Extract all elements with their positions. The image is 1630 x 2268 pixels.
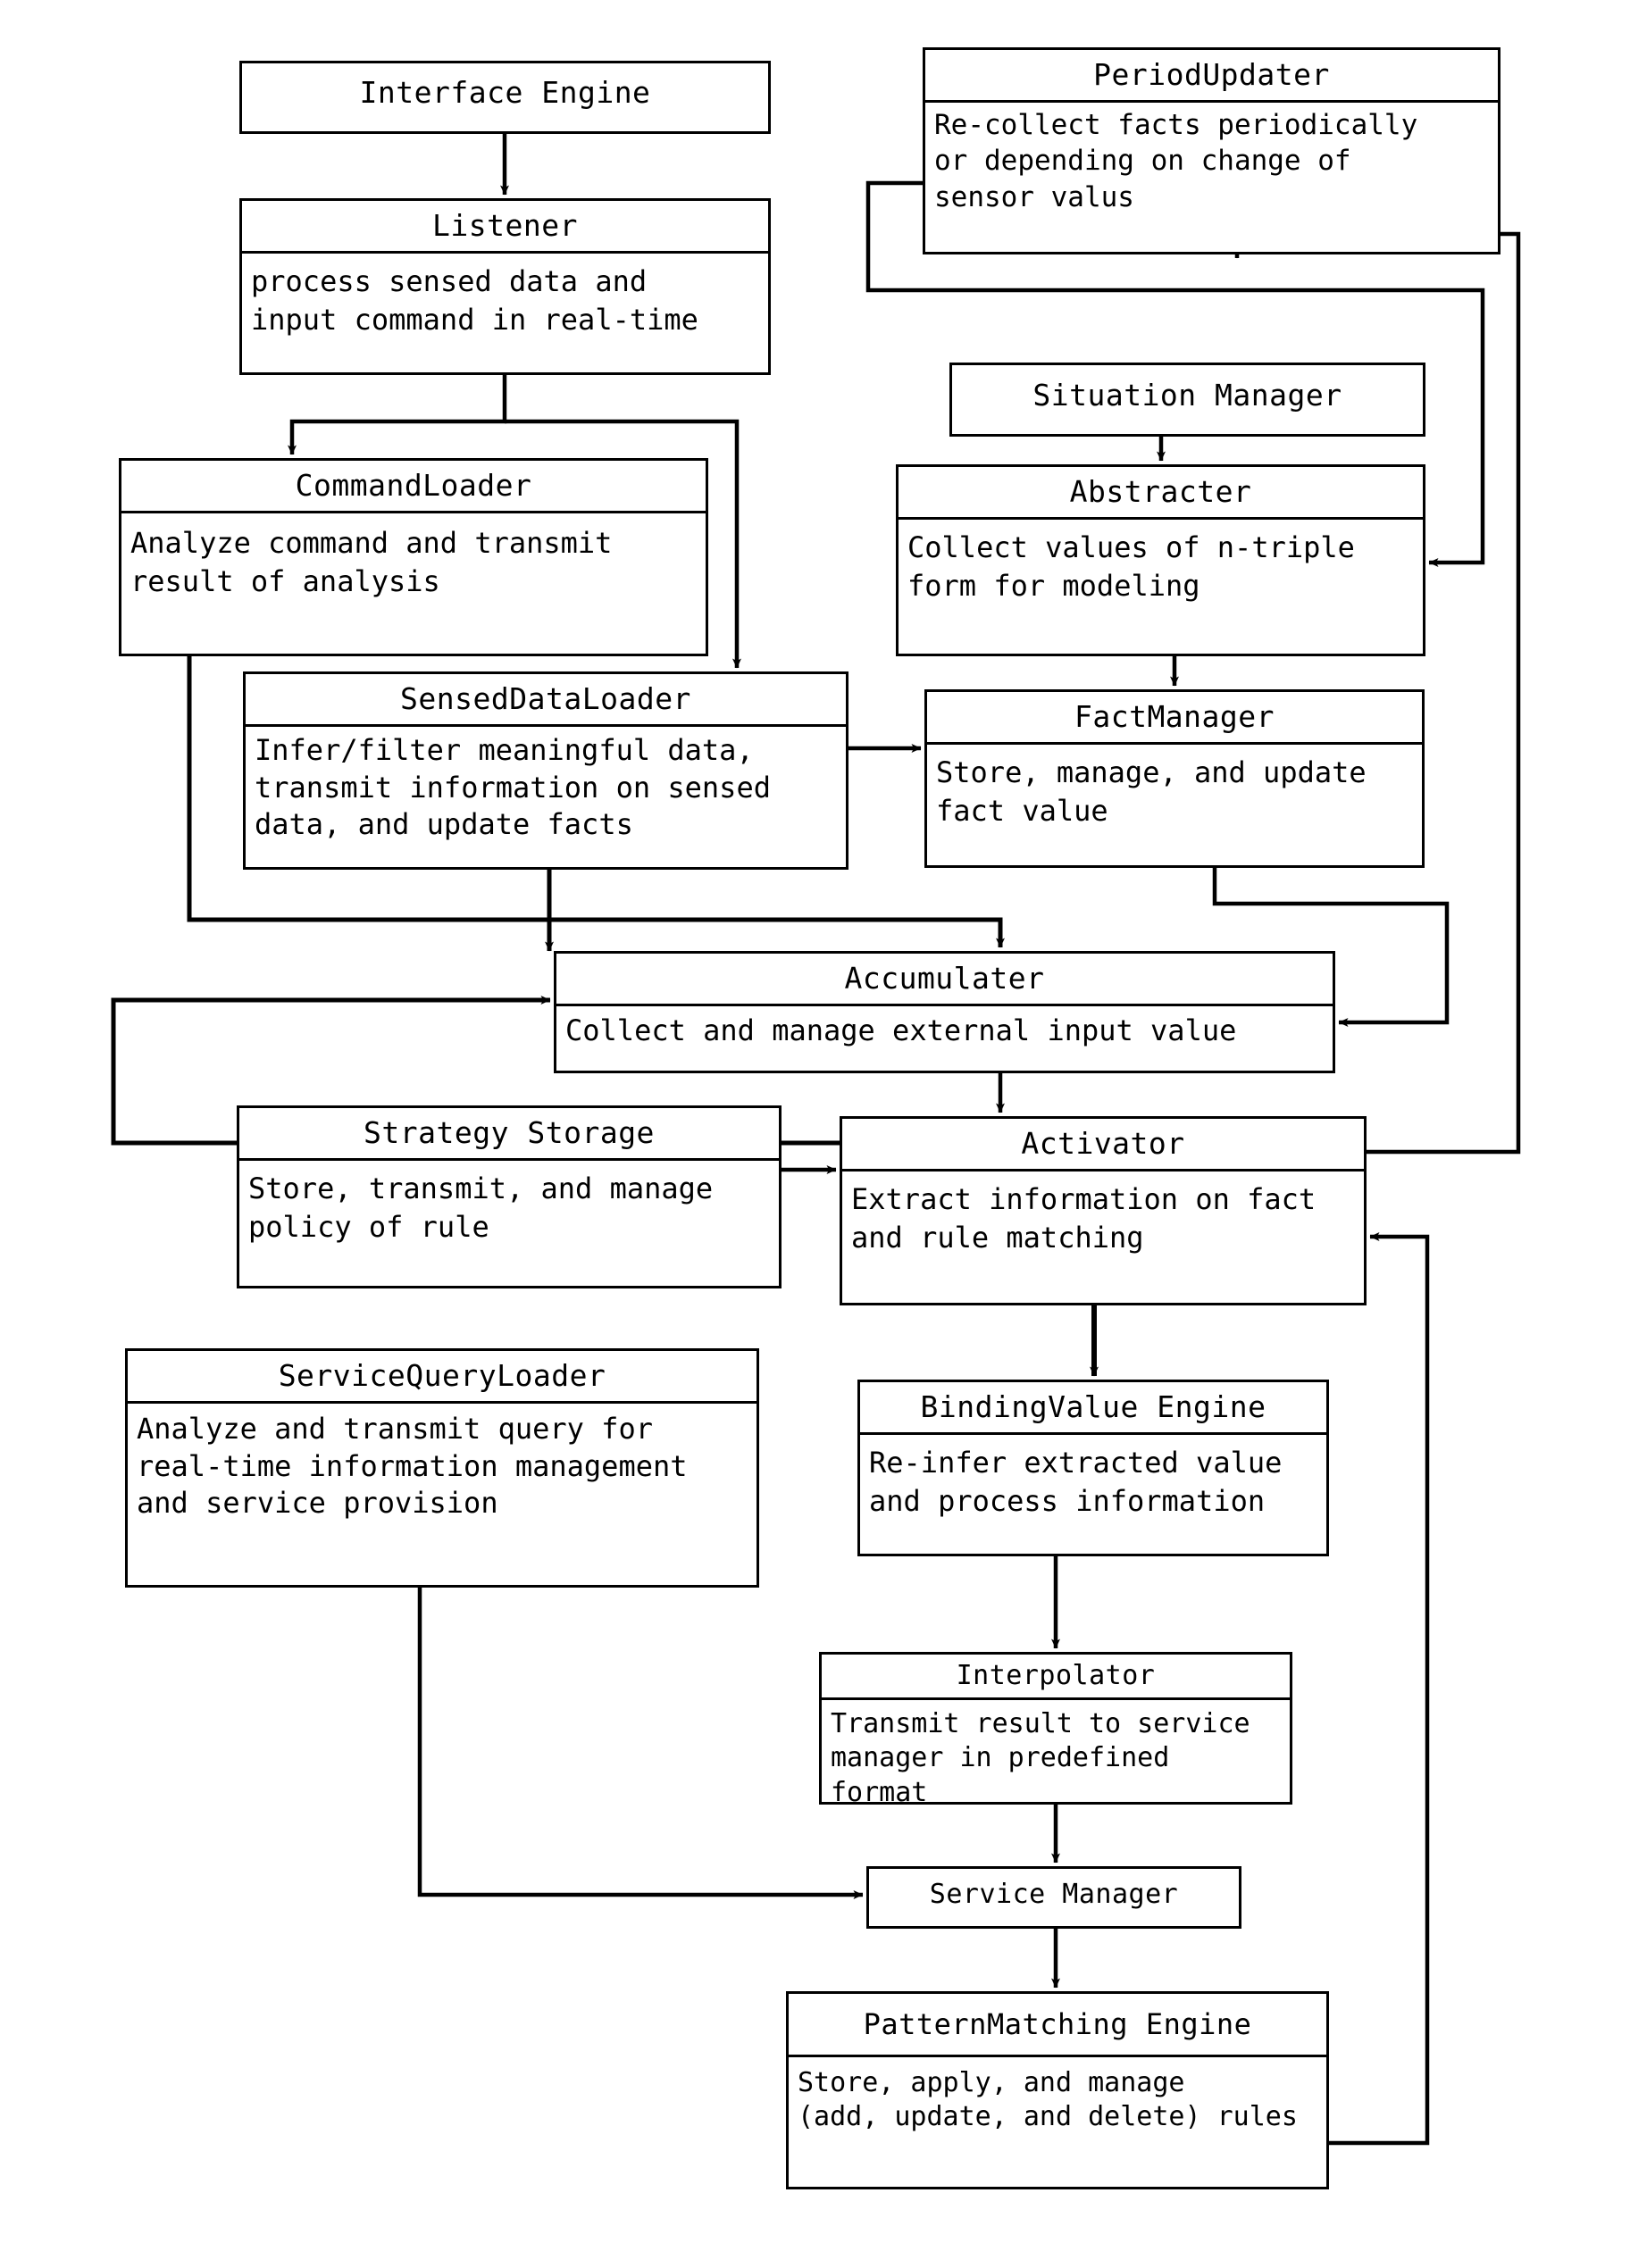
node-fact-manager-body: Store, manage, and update fact value [936,755,1367,828]
node-period-updater-body: Re-collect facts periodically or dependi… [934,109,1418,213]
node-interface-engine[interactable]: Interface Engine [239,61,771,134]
node-command-loader-body: Analyze command and transmit result of a… [130,526,613,598]
node-strategy-storage-body: Store, transmit, and manage policy of ru… [248,1172,714,1244]
node-abstracter-title: Abstracter [899,467,1423,520]
node-pattern-matching-engine[interactable]: PatternMatching Engine Store, apply, and… [786,1991,1329,2189]
node-accumulater-body: Collect and manage external input value [565,1013,1237,1047]
node-period-updater[interactable]: PeriodUpdater Re-collect facts periodica… [923,47,1500,254]
node-situation-manager-title: Situation Manager [1032,378,1342,413]
node-service-manager-title: Service Manager [929,1879,1179,1910]
node-pattern-matching-engine-title: PatternMatching Engine [789,1994,1326,2057]
node-binding-value-engine-body: Re-infer extracted value and process inf… [869,1446,1283,1518]
node-service-query-loader[interactable]: ServiceQueryLoader Analyze and transmit … [125,1348,759,1588]
node-period-updater-title: PeriodUpdater [925,50,1498,103]
node-abstracter[interactable]: Abstracter Collect values of n-triple fo… [896,464,1425,656]
node-interpolator-body: Transmit result to service manager in pr… [831,1708,1250,1808]
node-interpolator[interactable]: Interpolator Transmit result to service … [819,1652,1292,1808]
node-command-loader[interactable]: CommandLoader Analyze command and transm… [119,458,708,656]
node-abstracter-body: Collect values of n-triple form for mode… [907,530,1355,603]
node-interpolator-title: Interpolator [822,1655,1290,1700]
node-binding-value-engine[interactable]: BindingValue Engine Re-infer extracted v… [857,1380,1329,1556]
edge-pattern-matching-engine-to-activator [1329,1232,1430,2146]
node-situation-manager[interactable]: Situation Manager [949,363,1425,437]
node-listener-body: process sensed data and input command in… [251,264,698,337]
node-accumulater[interactable]: Accumulater Collect and manage external … [554,951,1335,1073]
node-sensed-data-loader[interactable]: SensedDataLoader Infer/filter meaningful… [243,671,848,870]
node-sensed-data-loader-body: Infer/filter meaningful data, transmit i… [255,733,771,842]
node-activator[interactable]: Activator Extract information on fact an… [840,1116,1367,1305]
node-sensed-data-loader-title: SensedDataLoader [246,674,846,727]
node-fact-manager-title: FactManager [927,692,1422,745]
edge-listener-to-command-loader [288,375,507,455]
node-binding-value-engine-title: BindingValue Engine [860,1382,1326,1435]
diagram-canvas: Interface Engine PeriodUpdater Re-collec… [0,0,1630,2268]
node-fact-manager[interactable]: FactManager Store, manage, and update fa… [924,689,1425,868]
edge-service-query-loader-to-service-manager [417,1588,864,1899]
node-strategy-storage[interactable]: Strategy Storage Store, transmit, and ma… [237,1105,782,1288]
node-activator-body: Extract information on fact and rule mat… [851,1182,1317,1255]
node-listener[interactable]: Listener process sensed data and input c… [239,198,771,375]
node-service-query-loader-body: Analyze and transmit query for real-time… [137,1412,688,1521]
node-accumulater-title: Accumulater [556,954,1333,1006]
node-command-loader-title: CommandLoader [121,461,706,513]
node-listener-title: Listener [242,201,768,254]
node-activator-title: Activator [842,1119,1364,1172]
node-interface-engine-title: Interface Engine [359,75,651,110]
edge-sensed-data-loader-to-accumulater [547,870,1005,948]
node-service-query-loader-title: ServiceQueryLoader [128,1351,756,1404]
node-service-manager[interactable]: Service Manager [866,1866,1241,1929]
node-pattern-matching-engine-body: Store, apply, and manage (add, update, a… [798,2067,1298,2133]
node-strategy-storage-title: Strategy Storage [239,1108,779,1161]
